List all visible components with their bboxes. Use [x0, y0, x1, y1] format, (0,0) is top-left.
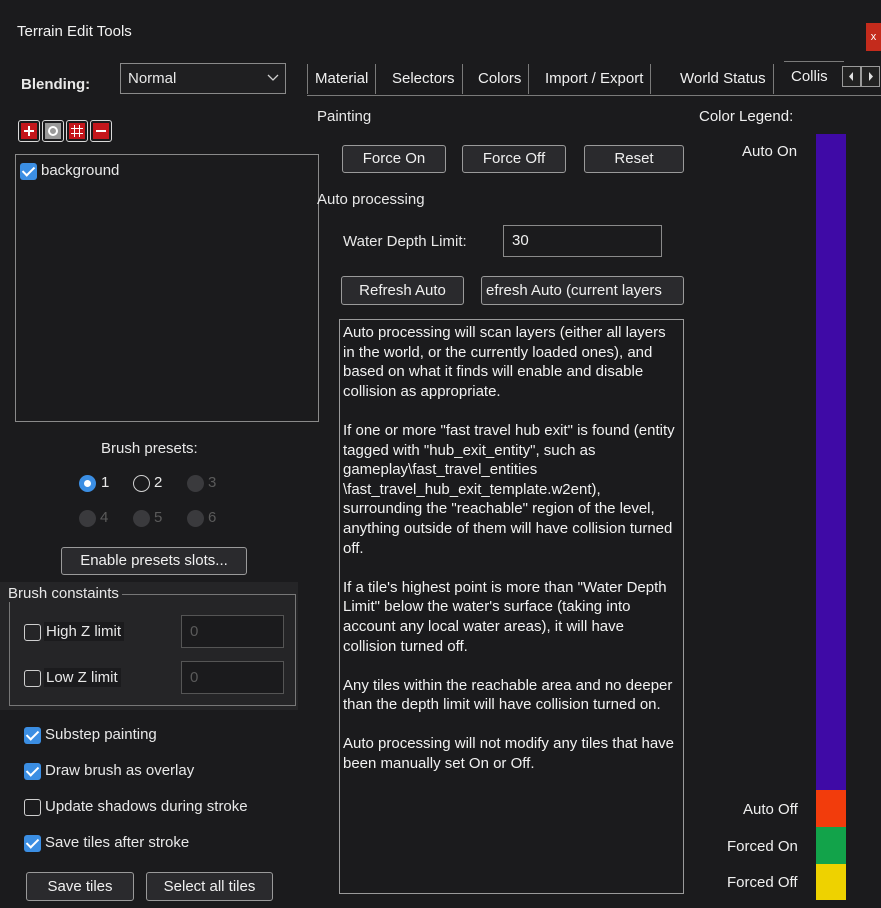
circle-tool-button[interactable] [42, 120, 64, 142]
auto-processing-label: Auto processing [317, 191, 425, 208]
high-z-input[interactable]: 0 [181, 615, 284, 648]
preset-radio-1[interactable] [79, 475, 96, 492]
grid-icon [69, 123, 85, 139]
blending-value: Normal [128, 70, 177, 87]
blending-label: Blending: [21, 76, 91, 93]
brush-constraints-label: Brush constaints [8, 585, 122, 602]
painting-label: Painting [317, 108, 372, 125]
preset-label-3: 3 [208, 474, 217, 491]
draw-brush-overlay-checkbox[interactable] [24, 763, 41, 780]
remove-layer-button[interactable] [90, 120, 112, 142]
auto-processing-info: Auto processing will scan layers (either… [339, 319, 684, 894]
add-layer-button[interactable] [18, 120, 40, 142]
layer-checkbox-background[interactable] [20, 163, 37, 180]
chevron-down-icon [267, 74, 279, 81]
add-icon [21, 123, 37, 139]
tab-scroll-right-button[interactable] [861, 66, 880, 87]
force-off-button[interactable]: Force Off [462, 145, 566, 173]
high-z-checkbox[interactable] [24, 624, 41, 641]
low-z-input[interactable]: 0 [181, 661, 284, 694]
tab-world-status[interactable]: World Status [673, 64, 774, 94]
circle-icon [45, 123, 61, 139]
water-depth-input[interactable]: 30 [503, 225, 662, 257]
preset-label-2: 2 [154, 474, 163, 491]
water-depth-label: Water Depth Limit: [343, 233, 467, 250]
tab-colors[interactable]: Colors [471, 64, 530, 94]
preset-radio-2[interactable] [133, 475, 150, 492]
layer-list[interactable]: background [15, 154, 319, 422]
remove-icon [93, 123, 109, 139]
legend-swatch-auto-off [816, 790, 846, 827]
legend-label-auto-off: Auto Off [743, 801, 798, 818]
tab-scroll-left-button[interactable] [842, 66, 861, 87]
preset-radio-5[interactable] [133, 510, 150, 527]
legend-label-forced-off: Forced Off [727, 874, 798, 891]
info-paragraph: Auto processing will scan layers (either… [343, 324, 666, 400]
close-button[interactable]: x [866, 23, 881, 51]
window-title: Terrain Edit Tools [17, 23, 132, 40]
tab-collision[interactable]: Collis [784, 61, 844, 94]
legend-swatch-auto-on [816, 134, 846, 790]
arrow-left-icon [849, 72, 853, 81]
select-all-tiles-button[interactable]: Select all tiles [146, 872, 273, 901]
info-paragraph: Any tiles within the reachable area and … [343, 676, 673, 714]
tab-import-export[interactable]: Import / Export [538, 64, 652, 94]
save-tiles-button[interactable]: Save tiles [26, 872, 134, 901]
legend-swatch-forced-on [816, 827, 846, 864]
refresh-auto-button[interactable]: Refresh Auto [341, 276, 464, 305]
reset-button[interactable]: Reset [584, 145, 684, 173]
tab-material[interactable]: Material [307, 64, 377, 94]
title-bar [0, 0, 881, 56]
preset-radio-4[interactable] [79, 510, 96, 527]
preset-radio-6[interactable] [187, 510, 204, 527]
info-paragraph: If a tile's highest point is more than "… [343, 578, 667, 655]
brush-presets-label: Brush presets: [101, 440, 198, 457]
force-on-button[interactable]: Force On [342, 145, 446, 173]
save-tiles-after-stroke-label[interactable]: Save tiles after stroke [45, 834, 189, 851]
grid-tool-button[interactable] [66, 120, 88, 142]
low-z-checkbox[interactable] [24, 670, 41, 687]
legend-label-auto-on: Auto On [742, 143, 798, 160]
draw-brush-overlay-label[interactable]: Draw brush as overlay [45, 762, 194, 779]
preset-radio-3[interactable] [187, 475, 204, 492]
low-z-label[interactable]: Low Z limit [44, 668, 121, 687]
enable-presets-slots-button[interactable]: Enable presets slots... [61, 547, 247, 575]
info-paragraph: Auto processing will not modify any tile… [343, 735, 675, 773]
legend-label-forced-on: Forced On [727, 838, 798, 855]
blending-select[interactable]: Normal [120, 63, 286, 94]
substep-painting-label[interactable]: Substep painting [45, 726, 157, 743]
update-shadows-label[interactable]: Update shadows during stroke [45, 798, 248, 815]
save-tiles-after-stroke-checkbox[interactable] [24, 835, 41, 852]
legend-swatch-forced-off [816, 864, 846, 900]
preset-label-5: 5 [154, 509, 163, 526]
arrow-right-icon [869, 72, 873, 81]
preset-label-4: 4 [100, 509, 109, 526]
info-paragraph: If one or more "fast travel hub exit" is… [343, 421, 675, 557]
preset-label-1: 1 [101, 474, 110, 491]
high-z-label[interactable]: High Z limit [44, 622, 125, 641]
update-shadows-checkbox[interactable] [24, 799, 41, 816]
substep-painting-checkbox[interactable] [24, 727, 41, 744]
layer-name[interactable]: background [41, 162, 119, 179]
refresh-auto-current-button[interactable]: efresh Auto (current layers [481, 276, 684, 305]
preset-label-6: 6 [208, 509, 217, 526]
tab-selectors[interactable]: Selectors [385, 64, 463, 94]
color-legend-title: Color Legend: [699, 108, 794, 125]
